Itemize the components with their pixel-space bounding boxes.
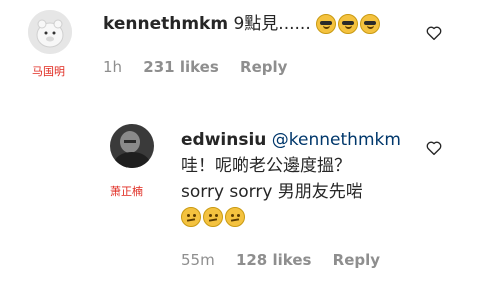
comment-thread: 马国明 kennethmkm 9點見...... 1h 231 likes Re… [0,0,491,284]
username[interactable]: kennethmkm [103,14,228,34]
heart-outline-icon[interactable] [425,139,443,157]
avatar[interactable] [110,124,154,168]
comment-text: edwinsiu @kennethmkm [181,129,401,151]
timestamp[interactable]: 1h [103,58,122,76]
thinking-emoji [203,207,223,227]
emoji-row [316,14,381,34]
comment-text: kennethmkm 9點見...... [103,13,381,35]
heart-outline-icon[interactable] [425,24,443,42]
thinking-emoji [225,207,245,227]
likes-count[interactable]: 128 likes [236,251,312,269]
reply-button[interactable]: Reply [240,58,287,76]
cool-emoji [316,14,337,34]
cool-emoji [338,14,359,34]
cool-emoji [360,14,381,34]
comment-body-line: sorry sorry 男朋友先啱 [181,182,363,202]
reply-button[interactable]: Reply [333,251,380,269]
mention-link[interactable]: @kennethmkm [272,130,401,150]
comment-meta: 1h 231 likes Reply [103,58,303,76]
likes-count[interactable]: 231 likes [143,58,219,76]
thinking-emoji [181,207,201,227]
avatar[interactable] [28,10,72,54]
comment-body: 9點見...... [233,14,311,34]
timestamp[interactable]: 55m [181,251,215,269]
comment-body-line: 哇！呢啲老公邊度搵？ [181,156,351,176]
emoji-row [181,206,245,228]
comment-meta: 55m 128 likes Reply [181,251,396,269]
avatar-caption: 萧正楠 [110,185,143,198]
avatar-caption: 马国明 [32,65,65,78]
username[interactable]: edwinsiu [181,130,266,150]
